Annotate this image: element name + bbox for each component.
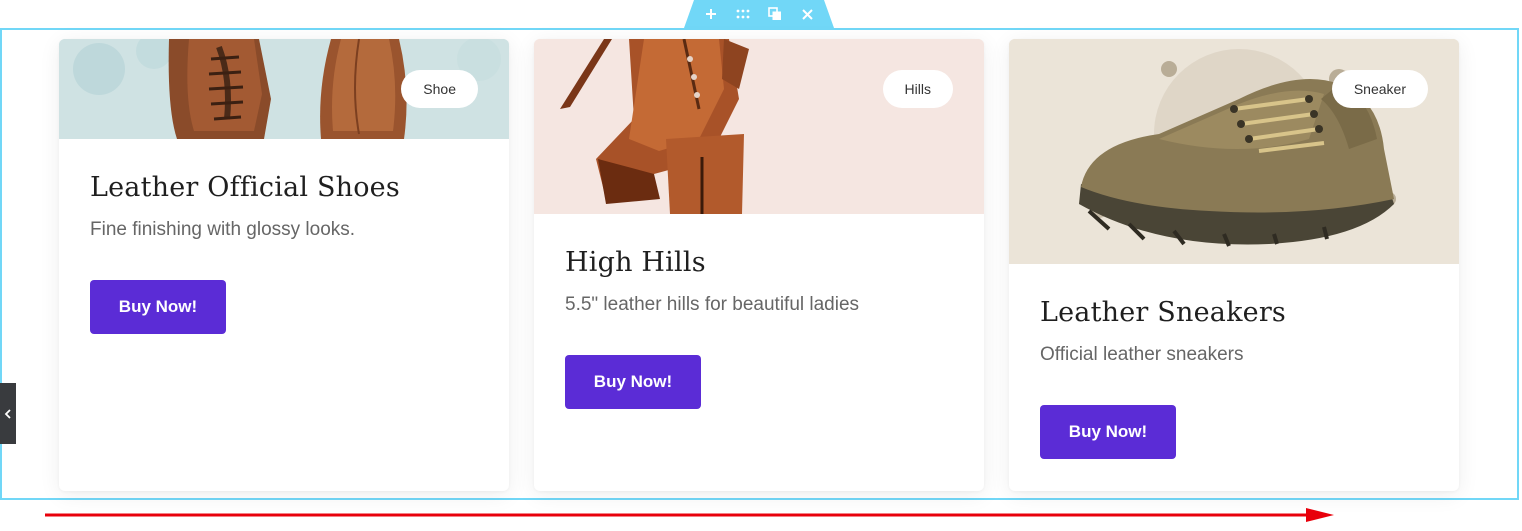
close-icon[interactable] — [800, 7, 814, 21]
heel-boot-illustration — [534, 39, 984, 214]
card-body: Leather Official Shoes Fine finishing wi… — [59, 139, 509, 334]
product-title: High Hills — [565, 247, 706, 278]
product-title: Leather Sneakers — [1040, 297, 1286, 328]
plus-icon[interactable] — [704, 7, 718, 21]
product-card-shoe: Shoe Leather Official Shoes Fine finishi… — [59, 39, 509, 491]
drag-handle-icon[interactable] — [736, 7, 750, 21]
product-card-hills: Hills High Hills 5.5" leather hills for … — [534, 39, 984, 491]
card-body: Leather Sneakers Official leather sneake… — [1009, 264, 1459, 459]
category-badge: Shoe — [401, 70, 478, 108]
product-title: Leather Official Shoes — [90, 172, 400, 203]
product-image-sneaker: Sneaker — [1009, 39, 1459, 264]
category-badge: Sneaker — [1331, 70, 1428, 108]
product-description: 5.5" leather hills for beautiful ladies — [565, 294, 860, 315]
buy-now-button[interactable]: Buy Now! — [1040, 405, 1176, 459]
card-body: High Hills 5.5" leather hills for beauti… — [534, 214, 984, 409]
product-card-sneaker: Sneaker Leather Sneakers Official leathe… — [1009, 39, 1459, 491]
buy-now-button[interactable]: Buy Now! — [565, 355, 701, 409]
buy-now-button[interactable]: Buy Now! — [90, 280, 226, 334]
category-badge: Hills — [882, 70, 953, 108]
chevron-left-icon — [4, 408, 11, 419]
product-image-hills: Hills — [534, 39, 984, 214]
duplicate-icon[interactable] — [768, 7, 782, 21]
panel-toggle-tab[interactable] — [0, 383, 16, 444]
right-arrow-icon — [45, 508, 1334, 522]
product-description: Official leather sneakers — [1040, 344, 1244, 365]
product-description: Fine finishing with glossy looks. — [90, 219, 356, 240]
product-image-shoe: Shoe — [59, 39, 509, 139]
section-handle-toolbar — [684, 0, 834, 28]
